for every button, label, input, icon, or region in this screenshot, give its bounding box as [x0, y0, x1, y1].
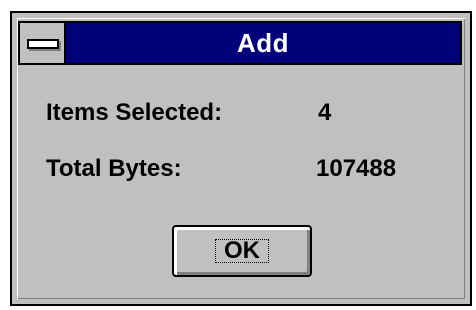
title-bar[interactable]: Add: [18, 21, 462, 65]
window-title: Add: [236, 28, 290, 58]
system-menu-dash-icon: [27, 39, 59, 49]
total-bytes-label: Total Bytes:: [46, 155, 182, 182]
total-bytes-value: 107488: [316, 155, 397, 182]
ok-button[interactable]: OK: [172, 225, 312, 277]
add-dialog: Add Items Selected: 4 Total Bytes: 10748…: [10, 11, 472, 306]
items-selected-label: Items Selected:: [46, 99, 223, 126]
items-selected-value: 4: [318, 99, 332, 126]
system-menu-button[interactable]: [20, 23, 66, 63]
ok-button-label: OK: [224, 237, 260, 264]
